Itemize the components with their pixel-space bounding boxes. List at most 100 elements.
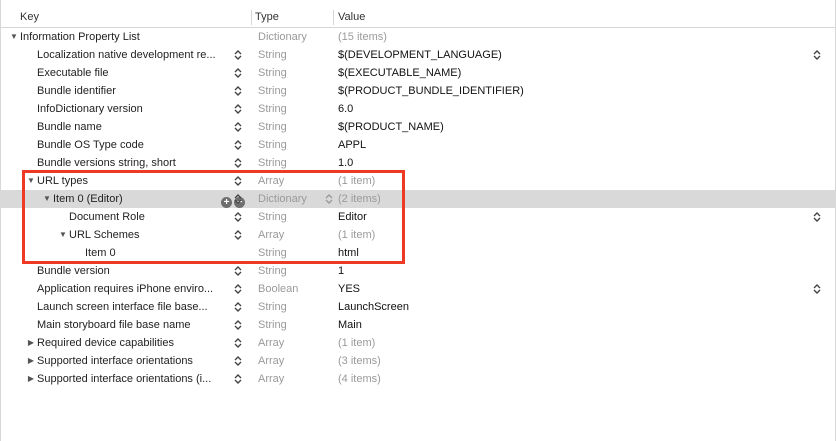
table-row-selected[interactable]: ▼ Item 0 (Editor) + − Dictionary (2 items… [1,190,835,208]
key-stepper-icon[interactable] [234,355,242,367]
table-row[interactable]: Bundle version String 1 [1,262,835,280]
row-value[interactable]: $(DEVELOPMENT_LANGUAGE) [338,46,808,64]
table-row[interactable]: ▼ URL types Array (1 item) [1,172,835,190]
row-type: String [258,121,287,133]
table-row[interactable]: ▼ URL Schemes Array (1 item) [1,226,835,244]
key-stepper-icon[interactable] [234,319,242,331]
key-stepper-icon[interactable] [234,193,242,205]
row-value[interactable]: LaunchScreen [338,298,808,316]
header-separator[interactable] [333,10,334,25]
row-value[interactable]: html [338,244,808,262]
row-type: Array [258,175,285,187]
row-type: String [258,319,287,331]
key-stepper-icon[interactable] [234,85,242,97]
disclosure-expanded-icon[interactable]: ▼ [58,226,68,244]
table-row[interactable]: ▶ Supported interface orientations (i...… [1,370,835,388]
table-row[interactable]: ▶ Required device capabilities Array (1 … [1,334,835,352]
table-row[interactable]: Bundle identifier String $(PRODUCT_BUNDL… [1,82,835,100]
header-value[interactable]: Value [338,8,365,27]
disclosure-expanded-icon[interactable]: ▼ [26,172,36,190]
disclosure-collapsed-icon[interactable]: ▶ [26,370,36,388]
row-key: Bundle identifier [37,85,116,97]
table-row[interactable]: Executable file String $(EXECUTABLE_NAME… [1,64,835,82]
row-value[interactable]: 6.0 [338,100,808,118]
header-key[interactable]: Key [20,8,39,27]
row-value[interactable]: $(PRODUCT_NAME) [338,118,808,136]
add-item-icon[interactable]: + [221,197,232,208]
row-value[interactable]: APPL [338,136,808,154]
row-key: Executable file [37,67,109,79]
type-stepper-icon[interactable] [325,193,333,205]
row-type: String [258,247,287,259]
row-value: (1 item) [338,337,376,349]
row-type: Array [258,373,285,385]
row-value[interactable]: 1.0 [338,154,808,172]
row-type: String [258,103,287,115]
disclosure-collapsed-icon[interactable]: ▶ [26,352,36,370]
row-type[interactable]: Dictionary [258,190,333,208]
row-type: String [258,265,287,277]
row-value[interactable]: 1 [338,262,808,280]
value-stepper-icon[interactable] [813,283,821,295]
key-stepper-icon[interactable] [234,175,242,187]
row-value[interactable]: $(PRODUCT_BUNDLE_IDENTIFIER) [338,82,808,100]
row-key: Bundle version [37,265,110,277]
row-key: Required device capabilities [37,337,174,349]
table-row[interactable]: Launch screen interface file base... Str… [1,298,835,316]
row-value[interactable]: $(EXECUTABLE_NAME) [338,64,808,82]
column-header: Key Type Value [1,8,835,28]
row-type: Array [258,229,285,241]
row-key: InfoDictionary version [37,103,143,115]
key-stepper-icon[interactable] [234,67,242,79]
header-separator[interactable] [251,10,252,25]
key-stepper-icon[interactable] [234,211,242,223]
row-value[interactable]: Main [338,316,808,334]
key-stepper-icon[interactable] [234,121,242,133]
row-key: Supported interface orientations [37,355,193,367]
key-stepper-icon[interactable] [234,229,242,241]
row-type: String [258,301,287,313]
key-stepper-icon[interactable] [234,283,242,295]
key-stepper-icon[interactable] [234,49,242,61]
row-value: (15 items) [338,31,387,43]
value-stepper-icon[interactable] [813,49,821,61]
key-stepper-icon[interactable] [234,337,242,349]
key-stepper-icon[interactable] [234,157,242,169]
table-row[interactable]: Item 0 String html [1,244,835,262]
table-row[interactable]: ▶ Supported interface orientations Array… [1,352,835,370]
disclosure-expanded-icon[interactable]: ▼ [9,28,19,46]
key-stepper-icon[interactable] [234,301,242,313]
key-stepper-icon[interactable] [234,139,242,151]
row-value[interactable]: Editor [338,208,808,226]
row-type: Array [258,355,285,367]
row-value[interactable]: YES [338,280,808,298]
key-stepper-icon[interactable] [234,265,242,277]
header-type[interactable]: Type [255,8,279,27]
table-row[interactable]: Document Role String Editor [1,208,835,226]
table-row[interactable]: Application requires iPhone enviro... Bo… [1,280,835,298]
table-row[interactable]: Bundle versions string, short String 1.0 [1,154,835,172]
row-type: String [258,157,287,169]
row-key: Main storyboard file base name [37,319,191,331]
disclosure-collapsed-icon[interactable]: ▶ [26,334,36,352]
row-type: String [258,85,287,97]
table-row[interactable]: InfoDictionary version String 6.0 [1,100,835,118]
row-key: URL types [37,175,88,187]
row-value: (1 item) [338,175,376,187]
value-stepper-icon[interactable] [813,211,821,223]
table-row[interactable]: Bundle name String $(PRODUCT_NAME) [1,118,835,136]
key-stepper-icon[interactable] [234,103,242,115]
row-key: Bundle versions string, short [37,157,176,169]
row-type: Dictionary [258,31,307,43]
table-row[interactable]: Main storyboard file base name String Ma… [1,316,835,334]
row-key: Launch screen interface file base... [37,301,208,313]
row-key: Localization native development re... [37,49,216,61]
table-row[interactable]: ▼ Information Property List Dictionary (… [1,28,835,46]
row-key: Item 0 [85,247,116,259]
table-row[interactable]: Bundle OS Type code String APPL [1,136,835,154]
row-key: Supported interface orientations (i... [37,373,212,385]
row-key: Document Role [69,211,145,223]
table-row[interactable]: Localization native development re... St… [1,46,835,64]
disclosure-expanded-icon[interactable]: ▼ [42,190,52,208]
key-stepper-icon[interactable] [234,373,242,385]
